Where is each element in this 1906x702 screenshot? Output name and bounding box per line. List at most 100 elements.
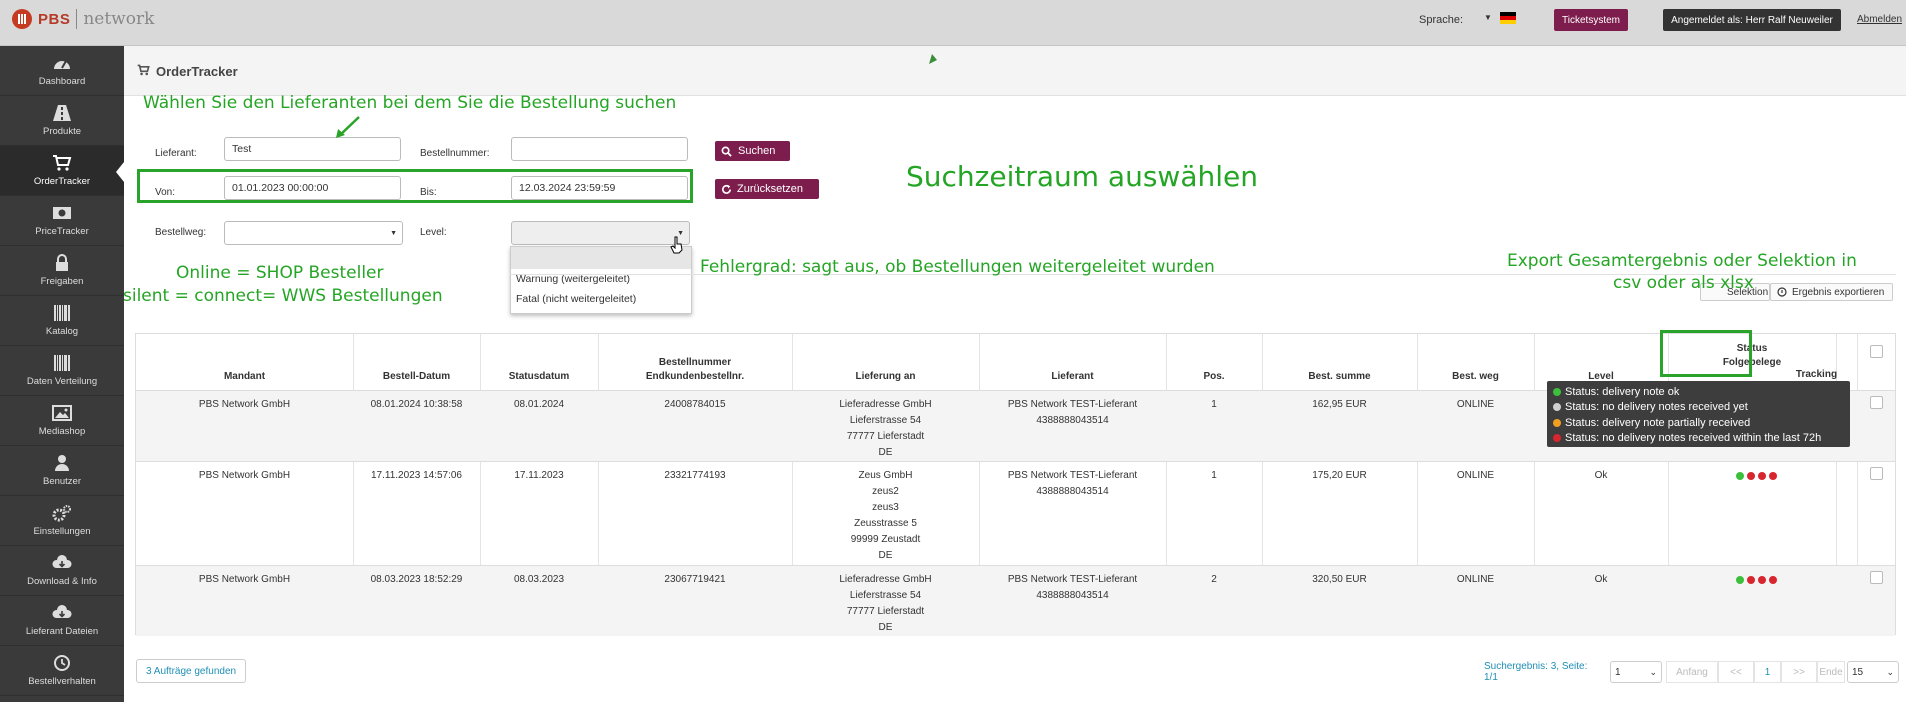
- sidebar-item-daten-verteilung[interactable]: Daten Verteilung: [0, 346, 124, 396]
- cell-lieferung-an: Lieferadresse GmbH Lieferstrasse 54 7777…: [792, 397, 979, 461]
- tooltip-text: Status: no delivery notes received yet: [1565, 401, 1748, 414]
- reset-button[interactable]: Zurücksetzen: [715, 179, 819, 199]
- next-page-button[interactable]: >>: [1781, 661, 1817, 683]
- language-caret-icon[interactable]: ▼: [1484, 13, 1492, 22]
- table-row[interactable]: PBS Network GmbH 08.03.2023 18:52:29 08.…: [136, 565, 1895, 636]
- column-header-mandant[interactable]: Mandant: [136, 334, 353, 390]
- select-all-checkbox[interactable]: [1870, 345, 1883, 358]
- sidebar-item-mediashop[interactable]: Mediashop: [0, 396, 124, 446]
- first-page-button[interactable]: Anfang: [1666, 661, 1718, 683]
- level-dropdown-menu: Warnung (weitergeleitet) Fatal (nicht we…: [510, 246, 692, 314]
- per-page-select[interactable]: 15 ⌄: [1847, 661, 1899, 683]
- bestellnummer-input[interactable]: [511, 137, 688, 161]
- cell-lieferung-an: Lieferadresse GmbH Lieferstrasse 54 7777…: [792, 572, 979, 636]
- sidebar-item-katalog[interactable]: Katalog: [0, 296, 124, 346]
- level-option-warnung[interactable]: Warnung (weitergeleitet): [511, 269, 691, 289]
- sidebar-item-freigaben[interactable]: Freigaben: [0, 246, 124, 296]
- user-account-button[interactable]: Angemeldet als: Herr Ralf Neuweiler: [1663, 9, 1841, 31]
- annotation-zeitraum: Suchzeitraum auswählen: [906, 160, 1258, 193]
- status-indicators[interactable]: [1736, 576, 1777, 584]
- sidebar-item-lieferant-dateien[interactable]: Lieferant Dateien: [0, 596, 124, 646]
- prev-page-button[interactable]: <<: [1718, 661, 1754, 683]
- lieferant-name: PBS Network TEST-Lieferant: [1007, 574, 1138, 585]
- sidebar-item-download-info[interactable]: Download & Info: [0, 546, 124, 596]
- sidebar-item-dashboard[interactable]: Dashboard: [0, 46, 124, 96]
- sidebar-item-ordertracker[interactable]: OrderTracker: [0, 146, 124, 196]
- sidebar-item-label: Lieferant Dateien: [25, 626, 99, 637]
- tooltip-line: Status: delivery note partially received: [1553, 415, 1844, 431]
- ticket-system-button[interactable]: Ticketsystem: [1554, 9, 1628, 31]
- logo-network: network: [83, 9, 155, 29]
- header-label: Mandant: [223, 371, 266, 382]
- column-header-best-summe[interactable]: Best. summe: [1262, 334, 1417, 390]
- header-label: Pos.: [1203, 371, 1225, 382]
- column-header-bestell-datum[interactable]: Bestell-Datum: [353, 334, 480, 390]
- status-dot-green[interactable]: [1736, 472, 1744, 480]
- logo[interactable]: PBS network: [12, 9, 154, 29]
- logout-link[interactable]: Abmelden: [1857, 14, 1902, 25]
- lieferant-name: PBS Network TEST-Lieferant: [1007, 470, 1138, 481]
- german-flag-icon[interactable]: [1500, 12, 1516, 24]
- cell-mandant: PBS Network GmbH: [198, 470, 291, 481]
- row-checkbox[interactable]: [1870, 571, 1883, 584]
- address-line: Zeus GmbH: [858, 470, 913, 481]
- gears-icon: [52, 505, 71, 522]
- barcode-icon: [54, 355, 70, 371]
- level-option-empty[interactable]: [511, 247, 691, 269]
- column-header-statusdatum[interactable]: Statusdatum: [480, 334, 598, 390]
- bestellweg-select[interactable]: ▼: [224, 221, 403, 245]
- status-dot-red[interactable]: [1747, 576, 1755, 584]
- address-line: 99999 Zeustadt: [850, 534, 921, 545]
- address-line: DE: [878, 550, 893, 561]
- sidebar-item-pricetracker[interactable]: PriceTracker: [0, 196, 124, 246]
- lieferant-input[interactable]: Test: [224, 137, 401, 161]
- status-indicators[interactable]: [1736, 472, 1777, 480]
- address-line: zeus2: [872, 486, 899, 497]
- sidebar-item-benutzer[interactable]: Benutzer: [0, 446, 124, 496]
- tooltip-line: Status: no delivery notes received withi…: [1553, 431, 1844, 447]
- cell-pos: 2: [1211, 574, 1217, 585]
- column-header-bestellnummer[interactable]: Bestellnummer Endkundenbestellnr.: [598, 334, 792, 390]
- status-dot-red[interactable]: [1769, 472, 1777, 480]
- status-dot-red[interactable]: [1747, 472, 1755, 480]
- header-label: Best. summe: [1308, 371, 1371, 382]
- annotation-lieferant: Wählen Sie den Lieferanten bei dem Sie d…: [143, 93, 677, 113]
- status-legend-tooltip: Status: delivery note ok Status: no deli…: [1547, 381, 1850, 447]
- cell-pos: 1: [1211, 470, 1217, 481]
- level-option-fatal[interactable]: Fatal (nicht weitergeleitet): [511, 289, 691, 309]
- level-select[interactable]: ▼: [511, 221, 690, 245]
- export-result-button[interactable]: Ergebnis exportieren: [1770, 283, 1893, 301]
- last-page-button[interactable]: Ende: [1817, 661, 1845, 683]
- status-dot-red[interactable]: [1758, 472, 1766, 480]
- cell-bestellnummer: 23321774193: [664, 470, 726, 481]
- search-button[interactable]: Suchen: [715, 141, 790, 161]
- sidebar-item-bestellverhalten[interactable]: Bestellverhalten: [0, 646, 124, 696]
- cart-icon: [53, 155, 72, 171]
- sidebar-item-einstellungen[interactable]: Einstellungen: [0, 496, 124, 546]
- status-dot-red[interactable]: [1769, 576, 1777, 584]
- cell-best-summe: 175,20 EUR: [1312, 470, 1367, 481]
- sidebar-item-label: Dashboard: [38, 76, 86, 87]
- lock-icon: [56, 254, 68, 271]
- address-line: Zeusstrasse 5: [854, 518, 917, 529]
- chevron-down-icon: ⌄: [1886, 666, 1894, 677]
- status-dot-green[interactable]: [1736, 576, 1744, 584]
- row-checkbox[interactable]: [1870, 396, 1883, 409]
- cell-bestellnummer: 23067719421: [664, 574, 726, 585]
- column-header-lieferung-an[interactable]: Lieferung an: [792, 334, 979, 390]
- status-dot-red[interactable]: [1758, 576, 1766, 584]
- annotation-export-1: Export Gesamtergebnis oder Selektion in: [1507, 251, 1857, 271]
- info-icon: [1777, 287, 1787, 297]
- table-row[interactable]: PBS Network GmbH 17.11.2023 14:57:06 17.…: [136, 461, 1895, 565]
- sidebar-item-label: Download & Info: [27, 576, 97, 587]
- lieferant-name: PBS Network TEST-Lieferant: [1007, 399, 1138, 410]
- page-select[interactable]: 1 ⌄: [1610, 661, 1662, 683]
- column-header-best-weg[interactable]: Best. weg: [1417, 334, 1534, 390]
- row-checkbox[interactable]: [1870, 467, 1883, 480]
- column-header-lieferant[interactable]: Lieferant: [979, 334, 1166, 390]
- page-1-button[interactable]: 1: [1754, 661, 1781, 683]
- tooltip-text: Status: delivery note partially received: [1565, 416, 1751, 429]
- sidebar-item-produkte[interactable]: Produkte: [0, 96, 124, 146]
- column-header-pos[interactable]: Pos.: [1166, 334, 1262, 390]
- barcode-icon: [54, 305, 70, 321]
